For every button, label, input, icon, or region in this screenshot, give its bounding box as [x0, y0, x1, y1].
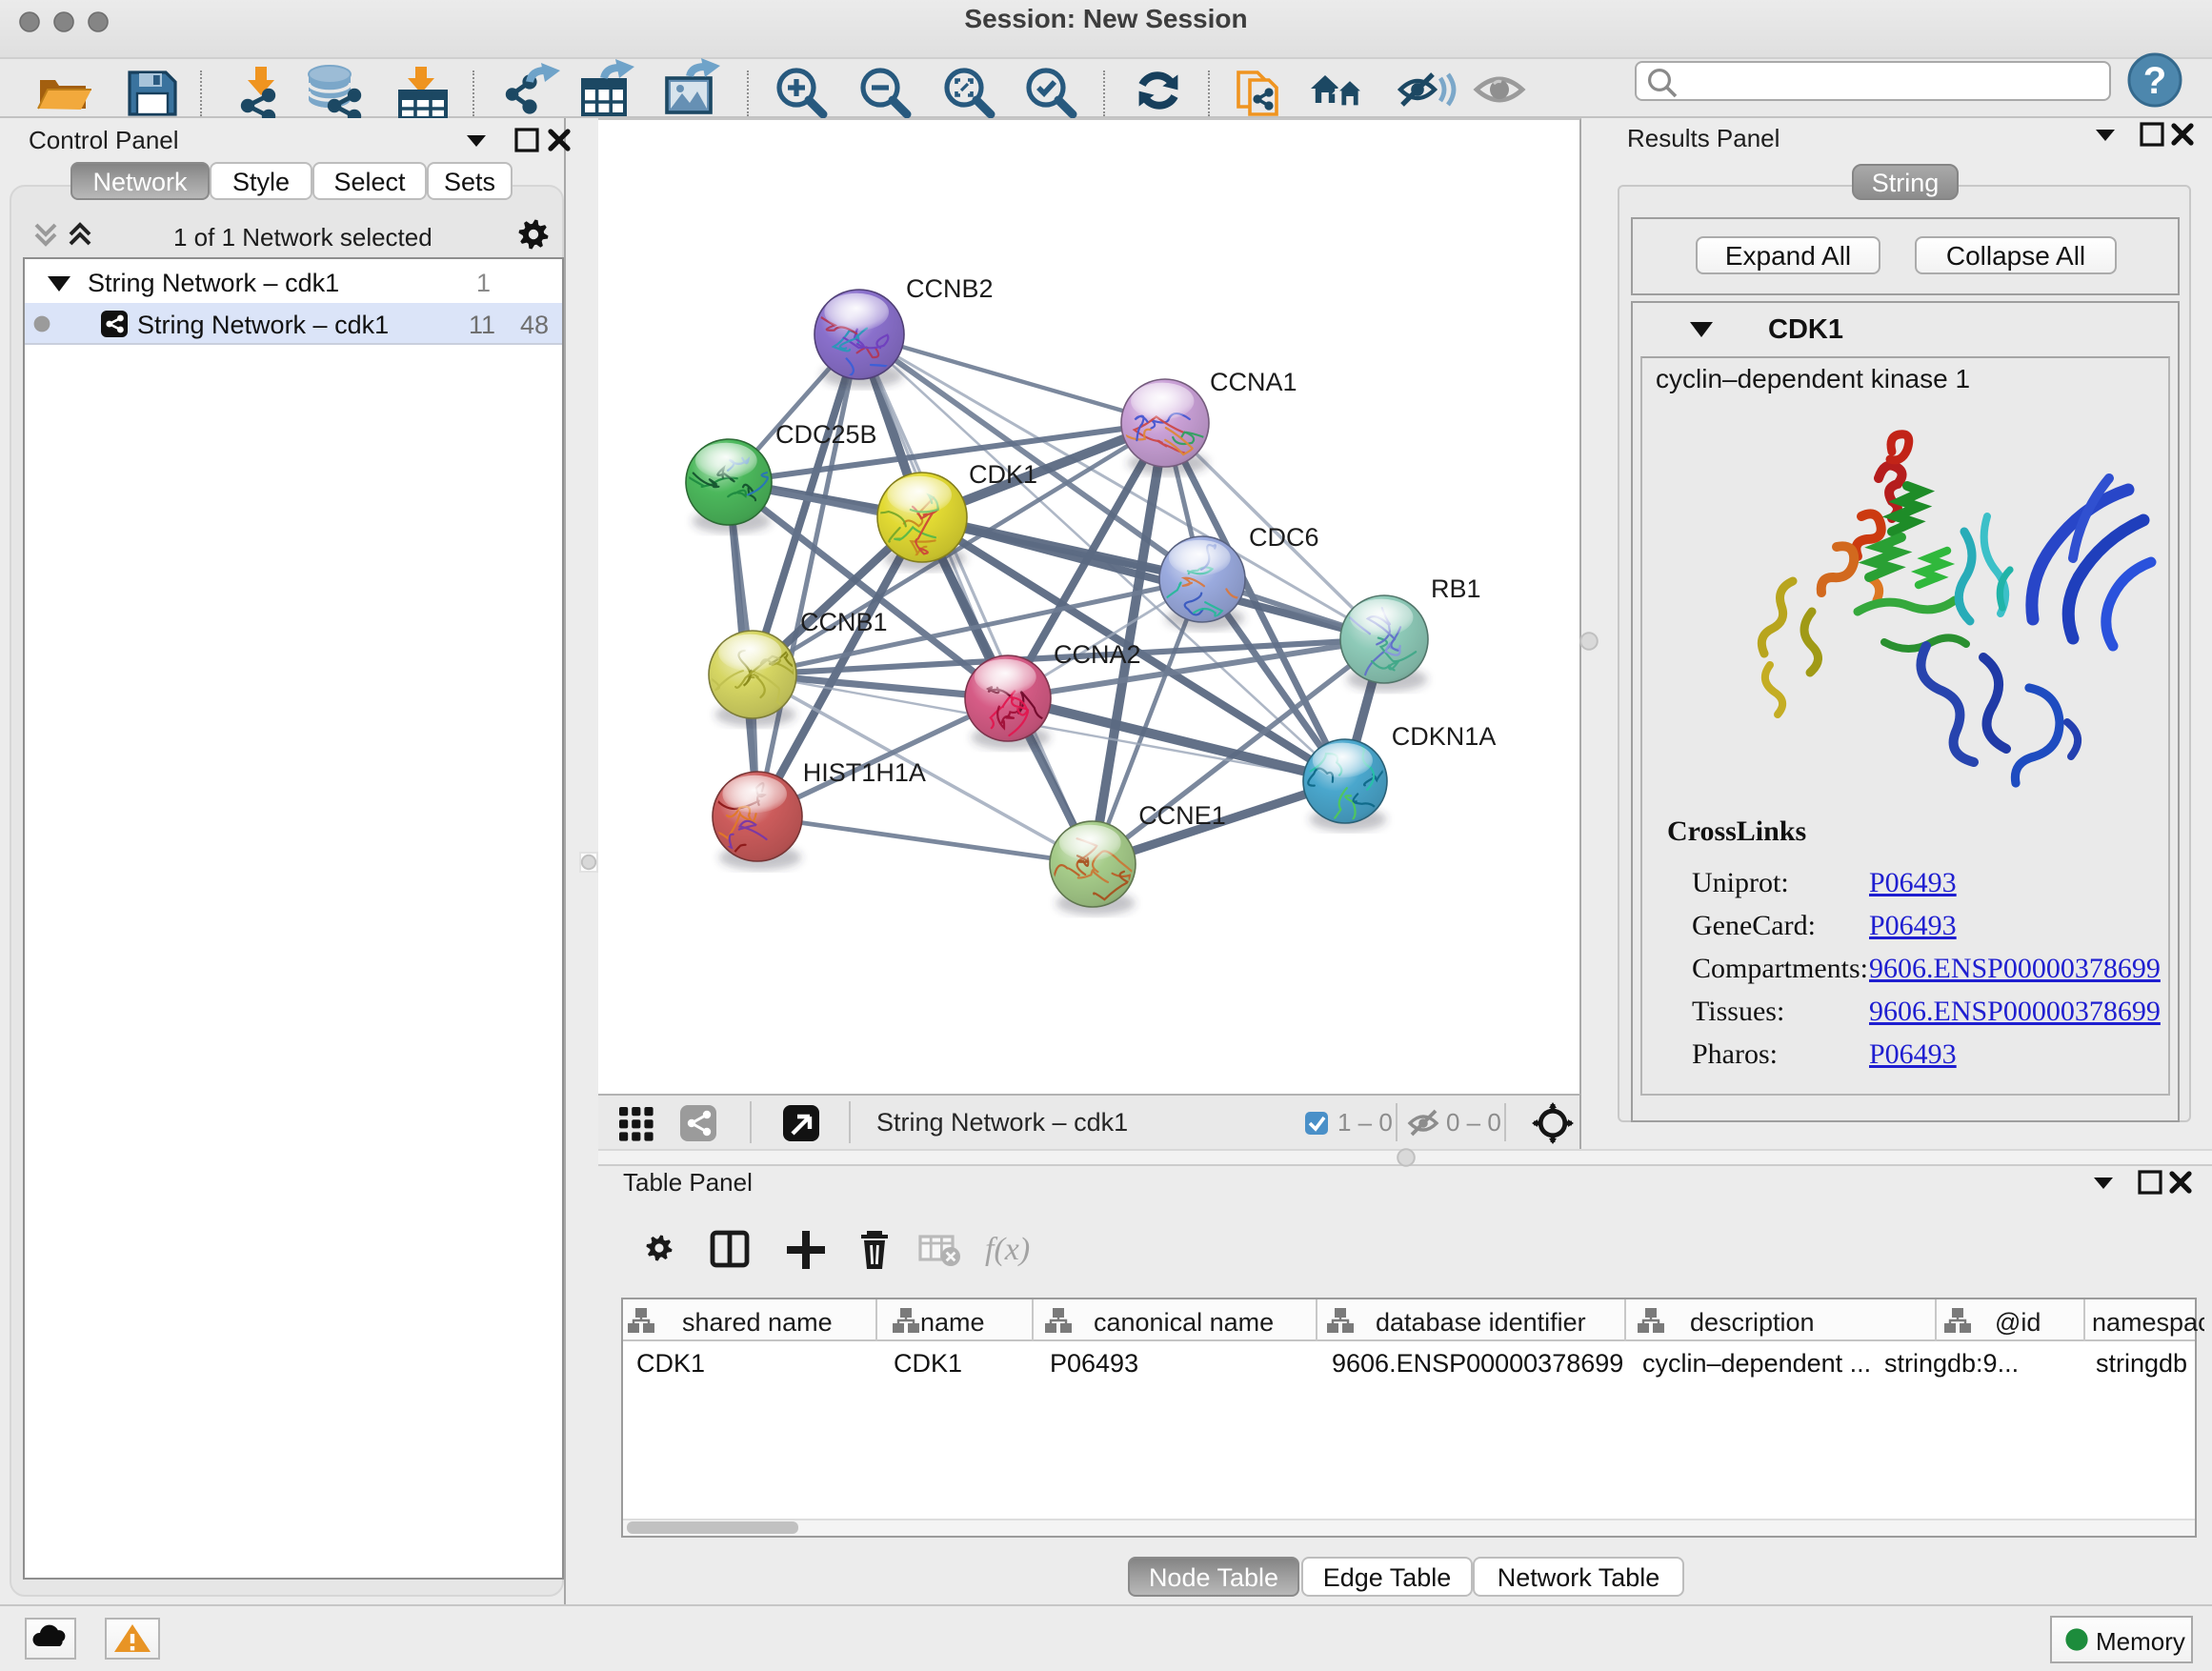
svg-text:@id: @id: [1995, 1308, 2041, 1337]
svg-text:CCNB2: CCNB2: [906, 274, 994, 303]
svg-text:CDKN1A: CDKN1A: [1392, 722, 1497, 751]
svg-text:CCNA2: CCNA2: [1054, 640, 1141, 669]
svg-text:CCNA1: CCNA1: [1210, 368, 1297, 396]
svg-text:RB1: RB1: [1431, 574, 1481, 603]
svg-text:0 – 0: 0 – 0: [1446, 1108, 1501, 1137]
svg-text:CDC25B: CDC25B: [775, 420, 877, 449]
svg-text:String Network – cdk1: String Network – cdk1: [876, 1108, 1128, 1137]
svg-text:shared name: shared name: [682, 1308, 833, 1337]
svg-text:CDC6: CDC6: [1249, 523, 1319, 552]
svg-text:CCNE1: CCNE1: [1138, 801, 1226, 830]
svg-text:CDK1: CDK1: [969, 460, 1037, 489]
svg-text:description: description: [1690, 1308, 1815, 1337]
svg-text:HIST1H1A: HIST1H1A: [803, 758, 926, 787]
svg-text:CCNB1: CCNB1: [800, 608, 888, 636]
svg-text:f(x): f(x): [985, 1232, 1030, 1267]
svg-text:name: name: [920, 1308, 985, 1337]
svg-text:canonical name: canonical name: [1094, 1308, 1274, 1337]
svg-text:?: ?: [2143, 60, 2166, 102]
svg-text:namespace: namespace: [2092, 1308, 2204, 1337]
svg-text:database identifier: database identifier: [1376, 1308, 1586, 1337]
svg-text:1 – 0: 1 – 0: [1337, 1108, 1393, 1137]
